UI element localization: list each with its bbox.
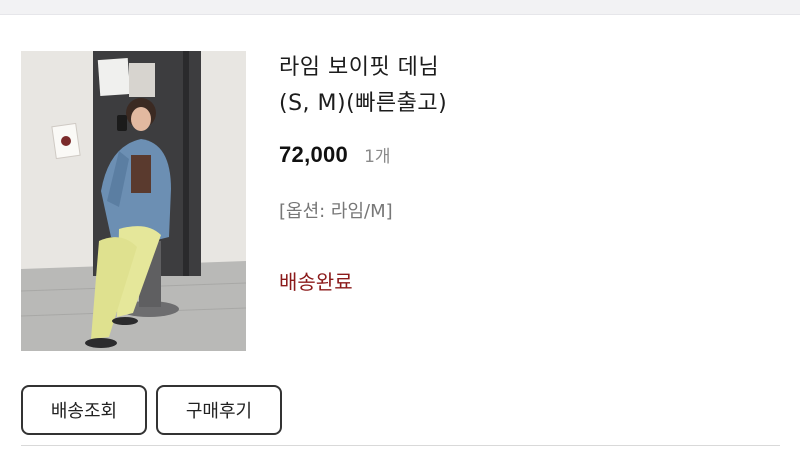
order-item-info: 라임 보이핏 데님 (S, M)(빠른출고) 72,000 1개 [옵션: 라임… <box>279 50 759 295</box>
write-review-button[interactable]: 구매후기 <box>156 385 282 435</box>
price-row: 72,000 1개 <box>279 142 759 168</box>
quantity: 1개 <box>364 147 391 167</box>
track-delivery-button[interactable]: 배송조회 <box>21 385 147 435</box>
order-item-card: 라임 보이핏 데님 (S, M)(빠른출고) 72,000 1개 [옵션: 라임… <box>0 14 800 469</box>
product-name-line1: 라임 보이핏 데님 <box>279 55 440 80</box>
product-name[interactable]: 라임 보이핏 데님 (S, M)(빠른출고) <box>279 50 759 122</box>
price: 72,000 <box>279 142 349 167</box>
product-photo-icon <box>21 51 246 351</box>
product-thumbnail[interactable] <box>21 51 246 351</box>
selected-option: [옵션: 라임/M] <box>279 201 393 222</box>
divider <box>21 445 780 446</box>
top-strip <box>0 0 800 15</box>
order-actions: 배송조회 구매후기 <box>21 385 282 435</box>
delivery-status: 배송완료 <box>279 270 353 294</box>
product-name-line2: (S, M)(빠른출고) <box>279 91 448 116</box>
